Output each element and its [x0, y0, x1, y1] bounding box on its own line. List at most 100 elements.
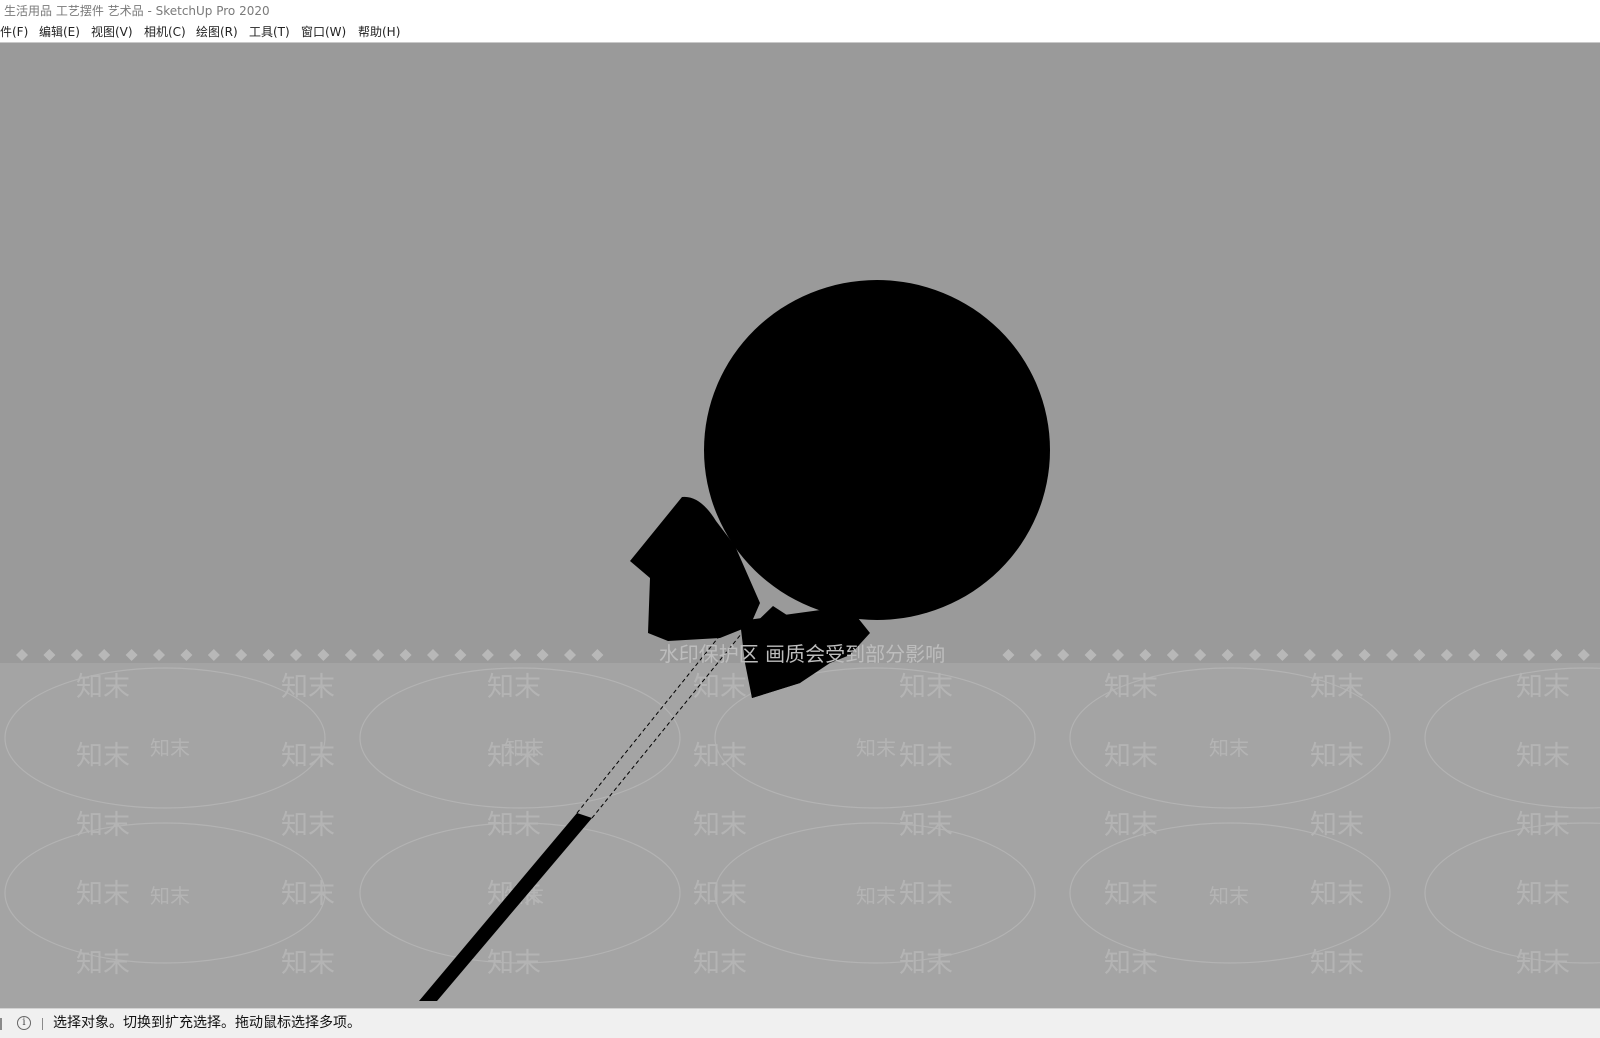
watermark-diamond	[1495, 649, 1508, 661]
watermark-tile-text: 知末	[76, 741, 130, 772]
watermark-diamond	[1249, 649, 1261, 661]
menu-tools[interactable]: 工具(T)	[249, 22, 290, 42]
watermark-diamond	[1550, 649, 1563, 661]
watermark-tile-text: 知末	[899, 741, 953, 772]
watermark-diamond	[1358, 649, 1371, 661]
watermark-tile-text: 知末	[76, 810, 130, 841]
watermark-tile-text-small: 知末	[856, 884, 896, 908]
balloon-sphere[interactable]	[704, 280, 1050, 620]
watermark-diamond	[1166, 649, 1179, 661]
watermark-diamond	[1002, 649, 1015, 661]
watermark-diamond	[454, 649, 467, 661]
watermark-diamond	[317, 649, 330, 661]
watermark-diamond	[344, 649, 357, 661]
status-bar: i 选择对象。切换到扩充选择。拖动鼠标选择多项。	[0, 1008, 1600, 1038]
watermark-tile-text: 知末	[1310, 879, 1364, 910]
viewport-canvas[interactable]: 知末 知末 知末 知末 知末 知末 知末 知末知末 知末 知末 知末 知末 知末 知末 知末知末 知末 知末 知末…	[0, 43, 1600, 1008]
watermark-tile-text: 知末	[1310, 948, 1364, 979]
menu-help[interactable]: 帮助(H)	[358, 22, 400, 42]
watermark-tile-text: 知末	[1516, 879, 1570, 910]
watermark-tile-text-small: 知末	[856, 736, 896, 760]
watermark-tile-text: 知末	[76, 672, 130, 703]
watermark-tile-text: 知末	[281, 672, 335, 703]
watermark-diamond	[372, 649, 385, 661]
status-separator	[42, 1018, 43, 1030]
watermark-diamond	[1523, 649, 1535, 661]
watermark-diamond	[180, 649, 193, 661]
watermark-tile-text: 知末	[487, 672, 541, 703]
watermark-tile-text: 知末	[1310, 810, 1364, 841]
watermark-diamond	[1440, 649, 1453, 661]
watermark-tile-text: 知末	[1516, 672, 1570, 703]
menu-draw[interactable]: 绘图(R)	[196, 22, 238, 42]
watermark-diamond	[125, 649, 138, 661]
watermark-tile-text: 知末	[693, 948, 747, 979]
title-bar: 生活用品 工艺摆件 艺术品 - SketchUp Pro 2020	[0, 0, 1600, 22]
menu-camera[interactable]: 相机(C)	[144, 22, 186, 42]
watermark-diamond	[536, 649, 549, 661]
watermark-diamond	[16, 649, 28, 661]
watermark-tile-text: 知末	[693, 810, 747, 841]
watermark-tile-text: 知末	[487, 810, 541, 841]
watermark-tile-text: 知末	[1104, 948, 1158, 979]
menu-view[interactable]: 视图(V)	[91, 22, 133, 42]
watermark-diamond	[1112, 649, 1124, 661]
watermark-diamond	[481, 649, 494, 661]
watermark-diamond	[1577, 649, 1590, 661]
watermark-tile-text-small: 知末	[150, 736, 190, 760]
status-text: 选择对象。切换到扩充选择。拖动鼠标选择多项。	[53, 1015, 361, 1031]
watermark-tile-text: 知末	[899, 672, 953, 703]
watermark-tile-text: 知末	[1104, 879, 1158, 910]
watermark-tile-text: 知末	[281, 879, 335, 910]
watermark-diamond	[43, 649, 56, 661]
watermark-tile-text: 知末	[899, 948, 953, 979]
watermark-diamond	[262, 649, 275, 661]
watermark-diamond	[427, 649, 439, 661]
watermark-diamond	[70, 649, 83, 661]
watermark-tile-text: 知末	[1516, 810, 1570, 841]
watermark-tile-text: 知末	[1516, 741, 1570, 772]
menu-bar: 件(F) 编辑(E) 视图(V) 相机(C) 绘图(R) 工具(T) 窗口(W)…	[0, 22, 1600, 43]
watermark-diamond	[153, 649, 165, 661]
watermark-diamond	[1194, 649, 1207, 661]
watermark-tile-text: 知末	[281, 741, 335, 772]
watermark-diamond	[1221, 649, 1234, 661]
watermark-tile-text: 知末	[693, 672, 747, 703]
watermark-tile-text-small: 知末	[1209, 884, 1249, 908]
watermark-tile-text: 知末	[899, 879, 953, 910]
watermark-tile-text-small: 知末	[150, 884, 190, 908]
watermark-diamond	[1413, 649, 1426, 661]
watermark-diamond	[1303, 649, 1316, 661]
watermark-diamond	[591, 649, 604, 661]
watermark-diamond	[207, 649, 220, 661]
menu-edit[interactable]: 编辑(E)	[39, 22, 80, 42]
watermark-tile-text-small: 知末	[504, 736, 544, 760]
model-viewport[interactable]: 知末 知末 知末 知末 知末 知末 知末 知末 知末 知末 知末 知末 知末 知末 知末 知末 知末 知末 知末 知末…	[0, 43, 1600, 1008]
watermark-diamond	[1139, 649, 1152, 661]
watermark-diamond	[509, 649, 522, 661]
watermark-tile-text: 知末	[76, 879, 130, 910]
watermark-diamond	[1386, 649, 1398, 661]
watermark-diamond	[1084, 649, 1097, 661]
status-grip	[0, 1018, 2, 1030]
watermark-tile-text: 知末	[1310, 672, 1364, 703]
watermark-tile-text: 知末	[693, 879, 747, 910]
watermark-diamond	[399, 649, 412, 661]
watermark-diamond	[1029, 649, 1042, 661]
watermark-diamond	[98, 649, 111, 661]
sketchup-window: 生活用品 工艺摆件 艺术品 - SketchUp Pro 2020 件(F) 编…	[0, 0, 1600, 1038]
info-icon[interactable]: i	[17, 1016, 31, 1030]
watermark-diamond	[1057, 649, 1070, 661]
watermark-diamond	[564, 649, 576, 661]
watermark-tile-text: 知末	[281, 948, 335, 979]
watermark-diamond	[1468, 649, 1481, 661]
watermark-tile-text: 知末	[899, 810, 953, 841]
watermark-banner: 水印保护区 画质会受到部分影响	[659, 642, 945, 666]
watermark-tile-text: 知末	[1104, 810, 1158, 841]
menu-file[interactable]: 件(F)	[0, 22, 28, 42]
watermark-tile-text: 知末	[693, 741, 747, 772]
watermark-tile-text: 知末	[487, 948, 541, 979]
watermark-tile-text: 知末	[281, 810, 335, 841]
watermark-tile-text: 知末	[1104, 741, 1158, 772]
menu-window[interactable]: 窗口(W)	[301, 22, 346, 42]
